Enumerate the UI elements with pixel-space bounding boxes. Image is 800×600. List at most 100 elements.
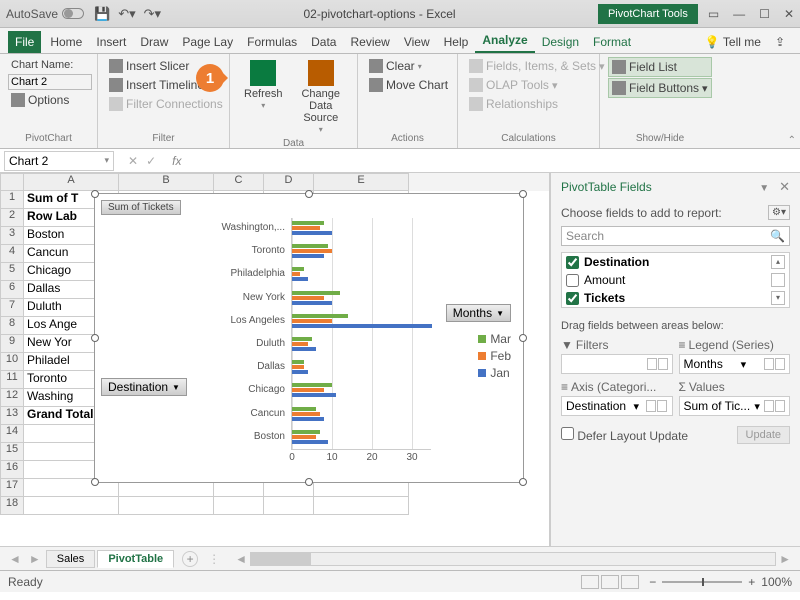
tell-me[interactable]: 💡 Tell me: [698, 31, 768, 53]
defer-checkbox[interactable]: Defer Layout Update: [561, 427, 688, 443]
area-legend[interactable]: ≡ Legend (Series) Months ▾: [679, 338, 791, 374]
redo-icon[interactable]: ↷▾: [144, 6, 161, 22]
save-icon[interactable]: 💾: [94, 6, 110, 22]
chart-value-field-button[interactable]: Sum of Tickets: [101, 200, 181, 215]
field-buttons-button[interactable]: Field Buttons ▾: [608, 78, 712, 98]
undo-icon[interactable]: ↶▾: [118, 6, 135, 22]
group-actions: Actions: [366, 133, 449, 146]
field-search-input[interactable]: Search🔍: [561, 226, 790, 246]
row-header[interactable]: 2: [0, 209, 24, 227]
tab-view[interactable]: View: [397, 31, 437, 53]
col-header[interactable]: B: [119, 173, 214, 191]
formula-bar: Chart 2▾ ✕✓ fx: [0, 149, 800, 173]
horizontal-scrollbar[interactable]: ◄►: [232, 552, 794, 566]
tab-draw[interactable]: Draw: [133, 31, 175, 53]
select-all-corner[interactable]: [0, 173, 24, 191]
row-header[interactable]: 16: [0, 461, 24, 479]
new-sheet-icon[interactable]: +: [182, 551, 198, 567]
tab-review[interactable]: Review: [343, 31, 396, 53]
cell[interactable]: [24, 497, 119, 515]
autosave-toggle[interactable]: AutoSave: [6, 7, 84, 21]
row-header[interactable]: 8: [0, 317, 24, 335]
collapse-ribbon-icon[interactable]: ⌃: [788, 135, 796, 146]
chart-legend-field-button[interactable]: Months▼: [446, 304, 511, 322]
row-header[interactable]: 17: [0, 479, 24, 497]
tab-data[interactable]: Data: [304, 31, 343, 53]
row-header[interactable]: 9: [0, 335, 24, 353]
group-showhide: Show/Hide: [608, 133, 712, 146]
close-icon[interactable]: ✕: [784, 7, 794, 21]
update-button[interactable]: Update: [737, 426, 790, 444]
area-filters[interactable]: ▼ Filters: [561, 338, 673, 374]
row-header[interactable]: 1: [0, 191, 24, 209]
row-header[interactable]: 12: [0, 389, 24, 407]
tab-format[interactable]: Format: [586, 31, 638, 53]
row-header[interactable]: 14: [0, 425, 24, 443]
name-box[interactable]: Chart 2▾: [4, 151, 114, 171]
close-pane-icon[interactable]: ✕: [779, 179, 790, 194]
row-header[interactable]: 7: [0, 299, 24, 317]
row-header[interactable]: 13: [0, 407, 24, 425]
area-axis[interactable]: ≡ Axis (Categori... Destination ▾: [561, 380, 673, 416]
col-header[interactable]: E: [314, 173, 409, 191]
tab-insert[interactable]: Insert: [89, 31, 133, 53]
pane-dropdown-icon[interactable]: ▼: [759, 183, 769, 194]
view-buttons[interactable]: [581, 575, 639, 589]
tab-pagelayout[interactable]: Page Lay: [175, 31, 240, 53]
tab-file[interactable]: File: [8, 31, 41, 53]
zoom-slider[interactable]: −+100%: [649, 575, 792, 589]
col-header[interactable]: D: [264, 173, 314, 191]
worksheet-grid[interactable]: A B C D E 1Sum of T2Row Lab3Boston4Cancu…: [0, 173, 550, 546]
minimize-icon[interactable]: —: [733, 7, 745, 21]
tab-formulas[interactable]: Formulas: [240, 31, 304, 53]
group-filter: Filter: [106, 133, 221, 146]
maximize-icon[interactable]: ☐: [759, 7, 770, 21]
row-header[interactable]: 15: [0, 443, 24, 461]
chart-name-input[interactable]: [8, 74, 92, 90]
row-header[interactable]: 10: [0, 353, 24, 371]
sheet-tab-sales[interactable]: Sales: [46, 550, 96, 568]
sheet-nav-prev-icon[interactable]: ◄: [6, 552, 24, 566]
row-header[interactable]: 18: [0, 497, 24, 515]
ribbon-options-icon[interactable]: ▭: [708, 7, 719, 21]
share-icon[interactable]: ⇪: [768, 31, 792, 53]
chart-axis-field-button[interactable]: Destination▼: [101, 378, 187, 396]
col-header[interactable]: C: [214, 173, 264, 191]
pivot-chart[interactable]: Sum of Tickets Destination▼ Months▼ 0102…: [94, 193, 524, 483]
fields-items-sets-button: Fields, Items, & Sets ▾: [466, 57, 608, 75]
field-item[interactable]: Destination▴: [562, 253, 789, 271]
row-header[interactable]: 4: [0, 245, 24, 263]
group-pivotchart: PivotChart: [8, 133, 89, 146]
contextual-tab-label: PivotChart Tools: [598, 4, 698, 24]
sheet-tab-bar: ◄ ► Sales PivotTable + ⋮ ◄►: [0, 546, 800, 570]
fx-label[interactable]: fx: [166, 154, 187, 168]
field-item[interactable]: Tickets▾: [562, 289, 789, 307]
row-header[interactable]: 5: [0, 263, 24, 281]
tab-design[interactable]: Design: [535, 31, 586, 53]
gear-icon[interactable]: ⚙▾: [768, 205, 790, 220]
change-data-source-button[interactable]: Change Data Source▾: [293, 57, 349, 138]
area-values[interactable]: Σ Values Sum of Tic... ▾: [679, 380, 791, 416]
cell[interactable]: [119, 497, 214, 515]
row-header[interactable]: 11: [0, 371, 24, 389]
row-header[interactable]: 3: [0, 227, 24, 245]
sheet-nav-next-icon[interactable]: ►: [26, 552, 44, 566]
field-list-button[interactable]: Field List: [608, 57, 712, 77]
cancel-formula-icon: ✕: [128, 154, 138, 168]
tab-help[interactable]: Help: [437, 31, 476, 53]
move-chart-button[interactable]: Move Chart: [366, 76, 451, 94]
tab-home[interactable]: Home: [43, 31, 89, 53]
cell[interactable]: [214, 497, 264, 515]
sheet-tab-pivottable[interactable]: PivotTable: [97, 550, 174, 568]
cell[interactable]: [264, 497, 314, 515]
row-header[interactable]: 6: [0, 281, 24, 299]
refresh-button[interactable]: Refresh▾: [238, 57, 289, 138]
clear-button[interactable]: Clear ▾: [366, 57, 451, 75]
filter-connections-button: Filter Connections: [106, 95, 226, 113]
field-item[interactable]: Amount: [562, 271, 789, 289]
options-button[interactable]: Options: [8, 91, 89, 109]
chart-name-label: Chart Name:: [8, 57, 89, 73]
tab-analyze[interactable]: Analyze: [475, 29, 534, 53]
col-header[interactable]: A: [24, 173, 119, 191]
cell[interactable]: [314, 497, 409, 515]
